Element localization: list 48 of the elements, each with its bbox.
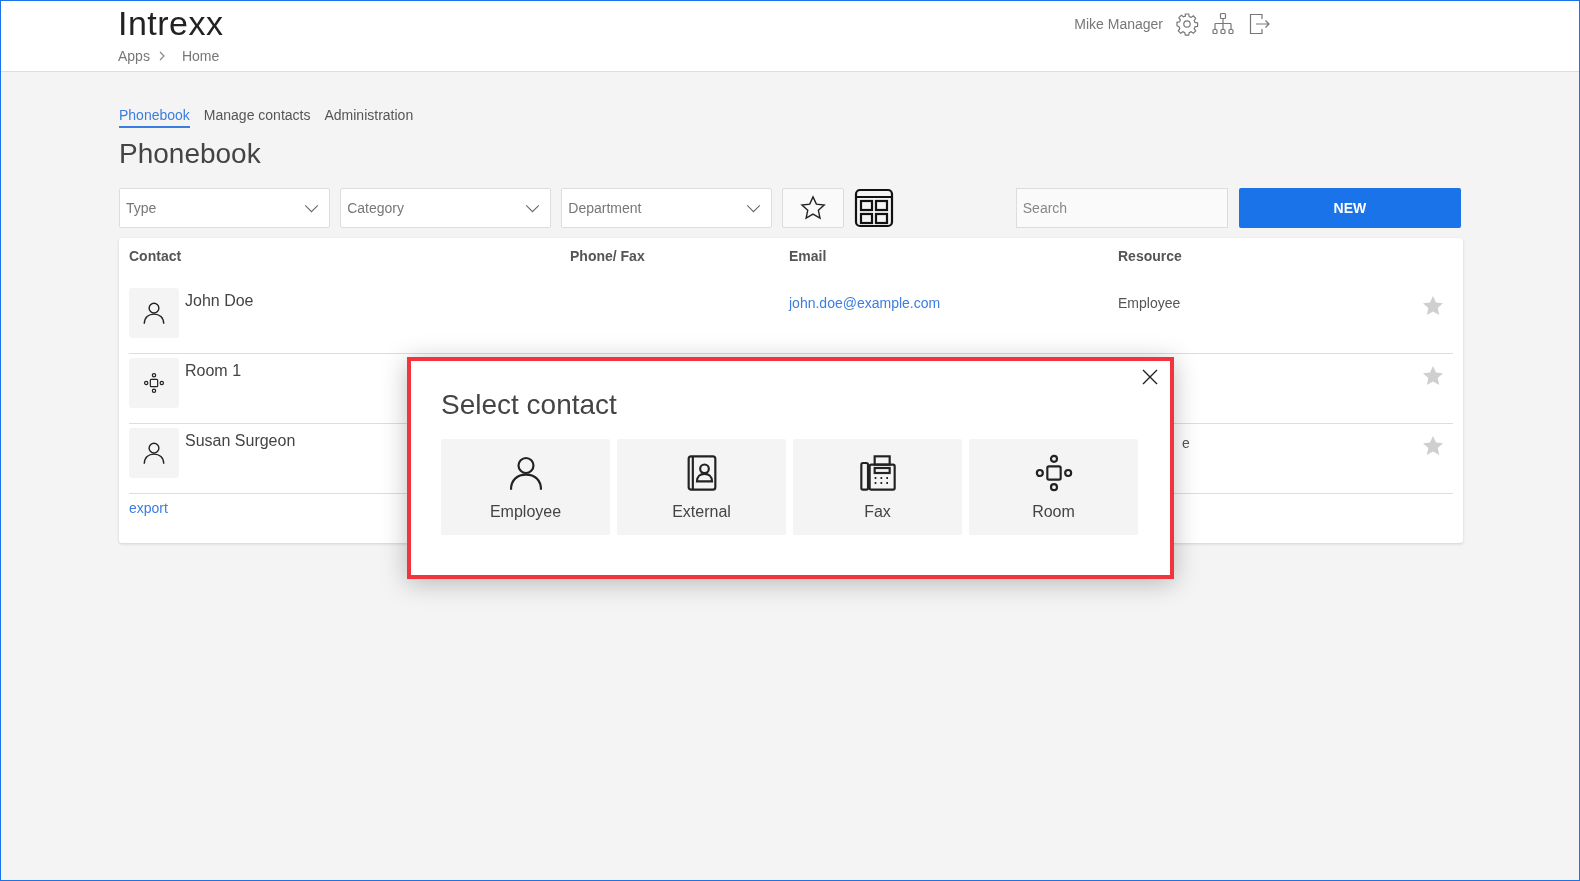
- star-icon[interactable]: [1421, 364, 1445, 388]
- logo[interactable]: Intrexx: [118, 3, 224, 43]
- person-icon: [141, 440, 167, 466]
- fax-machine-icon: [857, 453, 898, 493]
- breadcrumb-link[interactable]: Apps: [118, 48, 150, 64]
- chevron-down-icon: [746, 203, 762, 213]
- person-icon: [141, 300, 167, 326]
- room-icon: [1033, 453, 1074, 493]
- contact-name[interactable]: Susan Surgeon: [185, 432, 296, 493]
- close-icon[interactable]: [1140, 367, 1160, 387]
- dropdown-field[interactable]: Department: [561, 188, 773, 228]
- tab[interactable]: Phonebook: [119, 104, 190, 128]
- tab[interactable]: Manage contacts: [203, 104, 311, 128]
- star-icon[interactable]: [1421, 434, 1445, 458]
- dialog-title: Select contact: [441, 389, 618, 421]
- resource-text: Employee: [1118, 295, 1181, 311]
- page-title: Phonebook: [119, 138, 262, 170]
- logout-icon[interactable]: [1247, 12, 1271, 36]
- resource-text: e: [1181, 435, 1190, 451]
- chevron-down-icon: [304, 203, 320, 213]
- column-header: Phone/ Fax: [570, 247, 646, 266]
- contact-type-button[interactable]: Employee: [441, 439, 610, 535]
- room-icon: [143, 372, 165, 394]
- contact-type-button[interactable]: Room: [969, 439, 1138, 535]
- contact-type-button[interactable]: Fax: [793, 439, 962, 535]
- email-link[interactable]: john.doe@example.com: [789, 295, 941, 311]
- column-header: Email: [789, 247, 828, 266]
- dropdown-field[interactable]: Type: [119, 188, 331, 228]
- settings-icon[interactable]: [1175, 12, 1199, 36]
- dropdown-field[interactable]: Category: [340, 188, 552, 228]
- breadcrumb-link[interactable]: Home: [181, 48, 220, 64]
- chevron-down-icon: [525, 203, 541, 213]
- star-icon[interactable]: [1421, 294, 1445, 318]
- search-field[interactable]: Search: [1015, 188, 1228, 228]
- contact-name[interactable]: John Doe: [185, 292, 254, 353]
- sitemap-icon[interactable]: [1211, 12, 1235, 36]
- column-header: Contact: [129, 247, 183, 266]
- user-name[interactable]: Mike Manager: [1074, 16, 1163, 32]
- tile-view-icon[interactable]: [854, 188, 895, 228]
- star-outline-icon: [799, 194, 828, 222]
- contact-name[interactable]: Room 1: [185, 362, 242, 423]
- contact-type-button[interactable]: External: [617, 439, 786, 535]
- export-link[interactable]: export: [129, 500, 168, 516]
- chevron-right-icon: [157, 51, 166, 61]
- favorites-button[interactable]: [782, 188, 845, 228]
- column-header: Resource: [1118, 247, 1183, 266]
- new-button[interactable]: NEW: [1238, 188, 1461, 228]
- tab[interactable]: Administration: [324, 104, 414, 128]
